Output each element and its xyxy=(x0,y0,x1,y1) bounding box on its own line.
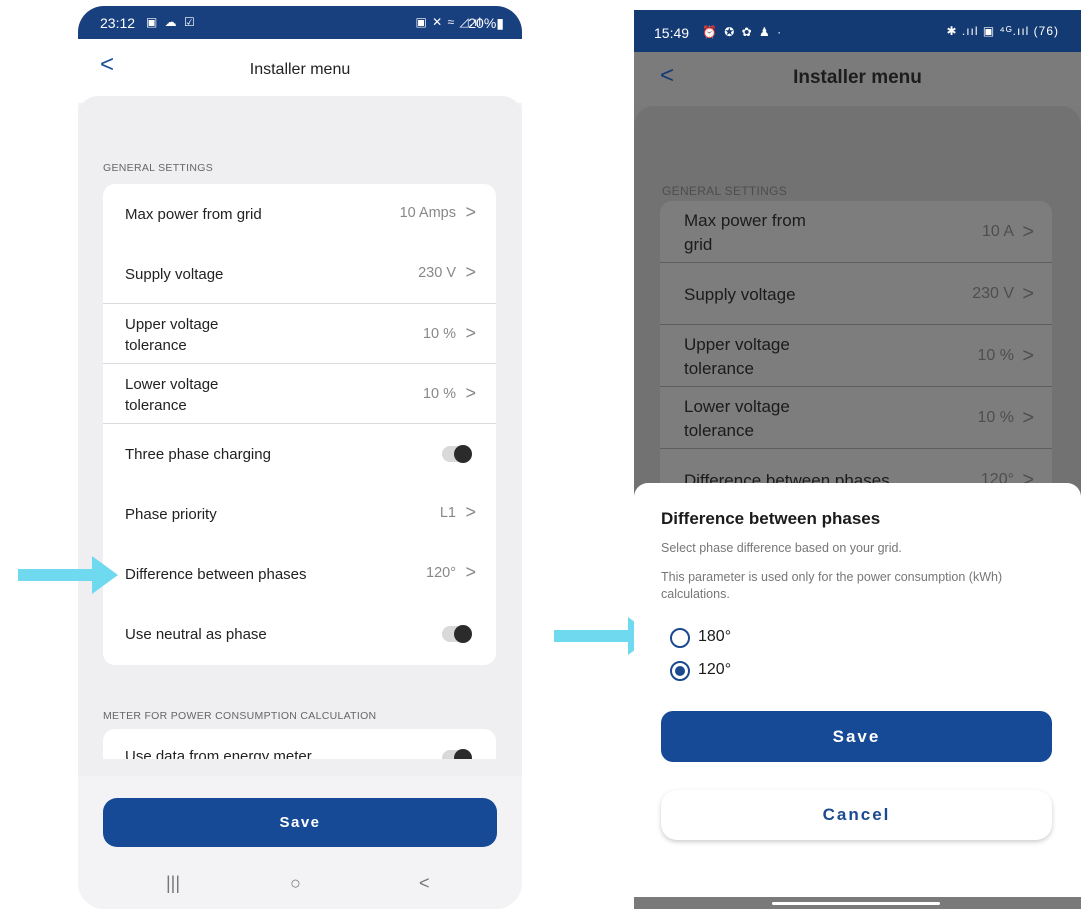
setting-value: 10 % xyxy=(422,326,456,342)
setting-label: Lower voltage xyxy=(125,376,219,393)
chevron-right-icon: > xyxy=(1022,283,1034,305)
setting-value: 10 A xyxy=(981,223,1014,240)
meter-settings-card: Use data from energy meter xyxy=(103,729,496,759)
setting-label: Upper voltage xyxy=(125,316,219,333)
sheet-note: This parameter is used only for the powe… xyxy=(661,570,1003,601)
save-button[interactable]: Save xyxy=(661,711,1052,762)
setting-value: L1 xyxy=(439,505,456,521)
setting-value: 10 % xyxy=(977,347,1014,364)
home-indicator[interactable] xyxy=(772,902,940,905)
setting-label: Lower voltage xyxy=(684,397,790,416)
setting-label: Upper voltage xyxy=(684,335,790,354)
status-bar: 15:49 ⏰ ✪ ✿ ♟ · ✱ .ııl ▣ ⁴ᴳ.ııl (76) xyxy=(634,10,1081,52)
home-icon[interactable]: ○ xyxy=(290,873,301,894)
general-settings-card: Max power from grid 10 A > Supply voltag… xyxy=(660,201,1052,531)
settings-panel: GENERAL SETTINGS Max power from grid 10 … xyxy=(634,106,1081,531)
setting-label: Supply voltage xyxy=(125,266,224,283)
left-phone-screen: 23:12 ▣ ☁ ☑ ▣ ✕ ≈ ◿.ıl 20%▮ < Installer … xyxy=(78,6,522,909)
chevron-right-icon: > xyxy=(1022,407,1034,429)
setting-row-supply-voltage: Supply voltage 230 V > xyxy=(660,263,1052,325)
setting-label-line2: grid xyxy=(684,235,713,254)
status-time: 23:12 xyxy=(100,15,136,31)
sheet-title: Difference between phases xyxy=(661,509,881,528)
highlight-arrow-left xyxy=(18,556,118,594)
setting-label: Phase priority xyxy=(125,506,217,523)
setting-value: 10 % xyxy=(422,386,456,402)
app-header: < Installer menu xyxy=(634,52,1081,112)
cancel-button[interactable]: Cancel xyxy=(661,790,1052,840)
option-label: 120° xyxy=(698,661,732,678)
section-header-general: GENERAL SETTINGS xyxy=(662,184,788,198)
setting-row-max-power: Max power from grid 10 A > xyxy=(660,201,1052,263)
status-bar: 23:12 ▣ ☁ ☑ ▣ ✕ ≈ ◿.ıl 20%▮ xyxy=(78,6,522,39)
chevron-right-icon: > xyxy=(465,502,476,522)
setting-label: Use data from energy meter xyxy=(125,748,312,759)
notification-icons: ⏰ ✪ ✿ ♟ · xyxy=(702,25,784,39)
save-button[interactable]: Save xyxy=(103,798,497,847)
recents-icon[interactable]: ||| xyxy=(166,873,180,894)
setting-row-three-phase[interactable]: Three phase charging xyxy=(103,424,496,484)
radio-unselected-icon[interactable] xyxy=(670,628,690,648)
system-nav-bar: ||| ○ < xyxy=(78,859,522,909)
dimmed-settings-body: GENERAL SETTINGS Max power from grid 10 … xyxy=(634,106,1081,531)
setting-row-phase-priority[interactable]: Phase priority L1 > xyxy=(103,484,496,544)
setting-row-lower-voltage[interactable]: Lower voltage tolerance 10 % > xyxy=(103,364,496,424)
chevron-right-icon: > xyxy=(1022,345,1034,367)
setting-row-supply-voltage[interactable]: Supply voltage 230 V > xyxy=(103,244,496,304)
right-phone-screen: 15:49 ⏰ ✪ ✿ ♟ · ✱ .ııl ▣ ⁴ᴳ.ııl (76) < I… xyxy=(634,10,1081,909)
chevron-right-icon: > xyxy=(465,323,476,343)
setting-label-line2: tolerance xyxy=(125,337,187,354)
arrow-shaft xyxy=(18,569,94,581)
setting-row-upper-voltage[interactable]: Upper voltage tolerance 10 % > xyxy=(103,304,496,364)
setting-row-upper-voltage: Upper voltage tolerance 10 % > xyxy=(660,325,1052,387)
notification-icons: ▣ ☁ ☑ xyxy=(146,15,197,29)
setting-row-max-power[interactable]: Max power from grid 10 Amps > xyxy=(103,184,496,244)
setting-label: Max power from grid xyxy=(125,206,262,223)
setting-label: Three phase charging xyxy=(125,446,271,463)
setting-row-neutral-phase[interactable]: Use neutral as phase xyxy=(103,604,496,664)
setting-label: Difference between phases xyxy=(125,566,307,583)
battery-indicator: 20%▮ xyxy=(468,15,504,31)
setting-value: 10 % xyxy=(977,409,1014,426)
arrow-head xyxy=(92,556,118,594)
option-label: 180° xyxy=(698,628,732,645)
setting-label: Max power from xyxy=(684,211,806,230)
setting-value: 120° xyxy=(426,565,456,581)
setting-row-phase-difference[interactable]: Difference between phases 120° > xyxy=(103,544,496,604)
three-phase-toggle[interactable] xyxy=(442,445,472,463)
back-icon[interactable]: < xyxy=(419,873,430,894)
chevron-right-icon: > xyxy=(1022,221,1034,243)
setting-row-lower-voltage: Lower voltage tolerance 10 % > xyxy=(660,387,1052,449)
page-title: Installer menu xyxy=(249,61,351,78)
section-header-general: GENERAL SETTINGS xyxy=(103,162,214,174)
settings-body[interactable]: GENERAL SETTINGS Max power from grid 10 … xyxy=(78,96,522,776)
energy-meter-toggle[interactable] xyxy=(442,749,472,759)
chevron-right-icon: > xyxy=(465,383,476,403)
section-header-meter: METER FOR POWER CONSUMPTION CALCULATION xyxy=(103,710,377,722)
setting-label-line2: tolerance xyxy=(684,359,754,378)
gesture-bar xyxy=(634,897,1081,909)
signal-icons: ✱ .ııl ▣ ⁴ᴳ.ııl (76) xyxy=(946,24,1059,38)
status-time: 15:49 xyxy=(654,25,690,41)
chevron-right-icon: > xyxy=(465,262,476,282)
general-settings-card: Max power from grid 10 Amps > Supply vol… xyxy=(103,184,496,665)
page-title: Installer menu xyxy=(793,67,922,88)
neutral-phase-toggle[interactable] xyxy=(442,625,472,643)
setting-value: 230 V xyxy=(972,285,1014,302)
setting-label-line2: tolerance xyxy=(125,397,187,414)
setting-label-line2: tolerance xyxy=(684,421,754,440)
setting-label: Use neutral as phase xyxy=(125,626,267,643)
sheet-description: Select phase difference based on your gr… xyxy=(661,541,902,555)
setting-value: 10 Amps xyxy=(399,205,456,221)
chevron-right-icon: > xyxy=(465,562,476,582)
app-header: < Installer menu xyxy=(78,39,522,103)
arrow-shaft xyxy=(554,630,630,642)
setting-value: 230 V xyxy=(418,265,456,281)
phase-difference-sheet: Difference between phases Select phase d… xyxy=(634,483,1081,909)
chevron-right-icon: > xyxy=(465,202,476,222)
setting-label: Supply voltage xyxy=(684,285,796,304)
radio-selected-icon[interactable] xyxy=(670,661,690,681)
